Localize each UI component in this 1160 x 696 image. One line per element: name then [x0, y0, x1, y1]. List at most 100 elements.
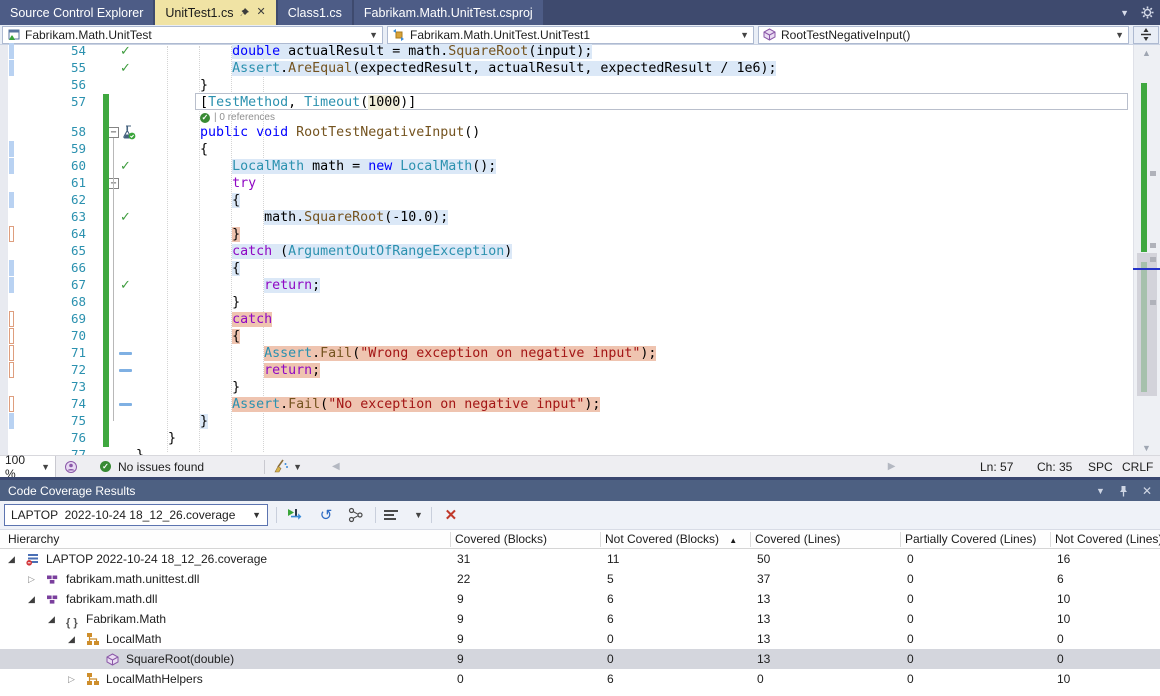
coverage-result-dropdown[interactable]: LAPTOP 2022-10-24 18_12_26.coverage ▼ [4, 504, 268, 526]
code-line-59[interactable]: { [136, 141, 208, 158]
line-number: 67 [58, 277, 86, 292]
scroll-down-icon[interactable]: ▼ [1133, 441, 1160, 455]
covered-check-icon: ✓ [120, 159, 131, 174]
code-line-62[interactable]: { [136, 192, 240, 209]
issues-status[interactable]: No issues found [118, 460, 204, 474]
coverage-value: 16 [1057, 549, 1070, 569]
test-method-icon[interactable] [121, 125, 136, 143]
tab-fabrikam-math-unittest-csproj[interactable]: Fabrikam.Math.UnitTest.csproj [354, 0, 543, 25]
coverage-row-squareroot-double-[interactable]: SquareRoot(double)901300 [0, 649, 1160, 669]
scrollbar-thumb[interactable] [1137, 253, 1157, 396]
code-line-75[interactable]: } [136, 413, 208, 430]
pin-icon[interactable] [240, 7, 251, 18]
feedback-icon[interactable] [64, 460, 78, 474]
coverage-tree: ◢LAPTOP 2022-10-24 18_12_26.coverage3111… [0, 549, 1160, 696]
code-line-72[interactable]: return; [136, 362, 320, 379]
coverage-row-localmathhelpers[interactable]: ▷LocalMathHelpers060010 [0, 669, 1160, 689]
line-number: 64 [58, 226, 86, 241]
coverage-value: 0 [907, 669, 914, 689]
line-number: 55 [58, 60, 86, 75]
gear-icon[interactable] [1141, 6, 1154, 19]
code-line-71[interactable]: Assert.Fail("Wrong exception on negative… [136, 345, 656, 362]
collapse-icon[interactable]: ◢ [8, 549, 15, 569]
split-window-button[interactable] [1133, 26, 1159, 44]
editor-navigation-bar: Fabrikam.Math.UnitTest ▼ Fabrikam.Math.U… [0, 25, 1160, 45]
expand-icon[interactable]: ▷ [28, 569, 35, 589]
code-line-57[interactable]: [TestMethod, Timeout(1000)] [136, 94, 416, 111]
column-header-covered-blocks-[interactable]: Covered (Blocks) [455, 530, 547, 549]
project-dropdown[interactable]: Fabrikam.Math.UnitTest ▼ [2, 26, 383, 44]
chevron-down-icon[interactable]: ▼ [1120, 8, 1129, 18]
project-dropdown-label: Fabrikam.Math.UnitTest [25, 28, 152, 42]
export-results-button[interactable]: ↺ [315, 504, 337, 526]
expand-icon[interactable]: ▷ [68, 669, 75, 689]
code-line-56[interactable]: } [136, 77, 208, 94]
code-line-76[interactable]: } [136, 430, 176, 447]
coverage-value: 6 [607, 669, 614, 689]
window-position-icon[interactable]: ▼ [1096, 486, 1105, 496]
code-line-61[interactable]: try [136, 175, 256, 192]
tab-unittest1-cs[interactable]: UnitTest1.cs✕ [155, 0, 275, 25]
coverage-row-fabrikam-math-unittest-dll[interactable]: ▷fabrikam.math.unittest.dll2253706 [0, 569, 1160, 589]
code-line-55[interactable]: Assert.AreEqual(expectedResult, actualRe… [136, 60, 776, 77]
scrollbar-annotation [1150, 243, 1156, 248]
scroll-up-icon[interactable]: ▲ [1133, 46, 1160, 60]
hscroll-left-icon[interactable]: ◀ [332, 461, 340, 472]
line-number: 70 [58, 328, 86, 343]
code-line-54[interactable]: double actualResult = math.SquareRoot(in… [136, 43, 592, 60]
coverage-row-fabrikam-math[interactable]: ◢{ }Fabrikam.Math9613010 [0, 609, 1160, 629]
tab-class1-cs[interactable]: Class1.cs [278, 0, 352, 25]
collapse-icon[interactable]: ◢ [68, 629, 75, 649]
coverage-row-fabrikam-math-dll[interactable]: ◢fabrikam.math.dll9613010 [0, 589, 1160, 609]
code-line-58[interactable]: public void RootTestNegativeInput() [136, 124, 480, 141]
code-line-60[interactable]: LocalMath math = new LocalMath(); [136, 158, 496, 175]
code-line-73[interactable]: } [136, 379, 240, 396]
coverage-margin-mark [9, 260, 14, 276]
close-icon[interactable]: ✕ [1142, 484, 1152, 498]
column-indicator[interactable]: Ch: 35 [1037, 460, 1072, 474]
code-line-64[interactable]: } [136, 226, 240, 243]
coverage-value: 0 [907, 549, 914, 569]
pin-icon[interactable] [1119, 485, 1128, 497]
column-header-not-covered-blocks-[interactable]: Not Covered (Blocks) ▲ [605, 530, 737, 549]
coverage-row-laptop-2022-10-24-18-12-26-coverage[interactable]: ◢LAPTOP 2022-10-24 18_12_26.coverage3111… [0, 549, 1160, 569]
code-cleanup-broom-icon[interactable] [273, 459, 289, 474]
codelens-references[interactable]: | 0 references [214, 112, 275, 123]
code-line-66[interactable]: { [136, 260, 240, 277]
code-line-68[interactable]: } [136, 294, 240, 311]
class-dropdown[interactable]: Fabrikam.Math.UnitTest.UnitTest1 ▼ [387, 26, 754, 44]
scrollbar-caret-mark [1133, 268, 1160, 270]
code-line-67[interactable]: return; [136, 277, 320, 294]
indent-mode-indicator[interactable]: SPC [1088, 460, 1113, 474]
coverage-row-label: fabrikam.math.dll [66, 589, 157, 609]
fold-collapse-icon[interactable]: − [108, 127, 119, 138]
chevron-down-icon[interactable]: ▼ [293, 462, 302, 472]
remove-results-button[interactable]: ✕ [440, 504, 462, 526]
line-number: 68 [58, 294, 86, 309]
zoom-dropdown[interactable]: 100 % ▼ [0, 456, 56, 478]
hscroll-right-icon[interactable]: ▶ [888, 461, 896, 472]
collapse-icon[interactable]: ◢ [28, 589, 35, 609]
tab-source-control-explorer[interactable]: Source Control Explorer [0, 0, 153, 25]
close-icon[interactable]: ✕ [257, 7, 266, 18]
eol-indicator[interactable]: CRLF [1122, 460, 1153, 474]
coverage-panel-title-bar[interactable]: Code Coverage Results ▼ ✕ [0, 480, 1160, 501]
member-dropdown[interactable]: RootTestNegativeInput() ▼ [758, 26, 1129, 44]
columns-button[interactable] [384, 504, 406, 526]
chevron-down-icon: ▼ [740, 30, 749, 40]
code-line-74[interactable]: Assert.Fail("No exception on negative in… [136, 396, 600, 413]
code-line-65[interactable]: catch (ArgumentOutOfRangeException) [136, 243, 512, 260]
merge-results-button[interactable] [345, 504, 367, 526]
column-header-covered-lines-[interactable]: Covered (Lines) [755, 530, 840, 549]
column-header-partially-covered-lines-[interactable]: Partially Covered (Lines) [905, 530, 1036, 549]
code-line-69[interactable]: catch [136, 311, 272, 328]
line-indicator[interactable]: Ln: 57 [980, 460, 1013, 474]
column-header-hierarchy[interactable]: Hierarchy [8, 530, 59, 549]
code-line-70[interactable]: { [136, 328, 240, 345]
collapse-icon[interactable]: ◢ [48, 609, 55, 629]
chevron-down-icon[interactable]: ▼ [414, 510, 423, 520]
show-coverage-coloring-button[interactable] [285, 504, 307, 526]
column-header-not-covered-lines-[interactable]: Not Covered (Lines) [1055, 530, 1160, 549]
code-line-63[interactable]: math.SquareRoot(-10.0); [136, 209, 448, 226]
coverage-row-localmath[interactable]: ◢LocalMath901300 [0, 629, 1160, 649]
